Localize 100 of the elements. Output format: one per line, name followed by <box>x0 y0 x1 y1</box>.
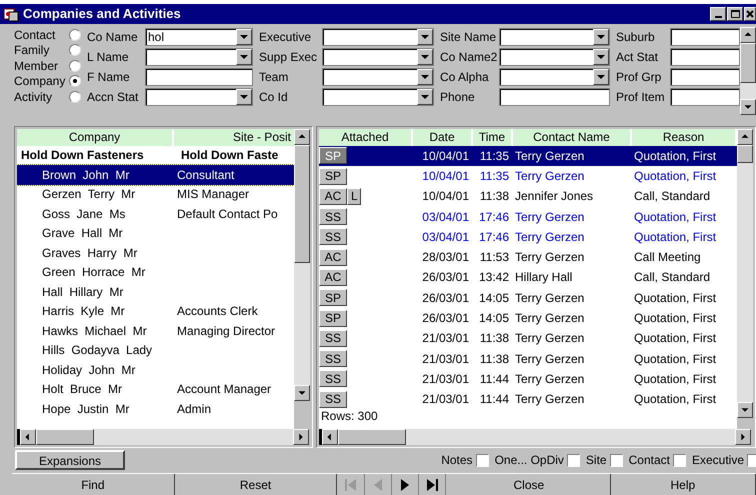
attachment-button[interactable]: SP <box>319 289 347 306</box>
attachment-button[interactable]: SP <box>319 310 347 327</box>
attachment-button[interactable]: L <box>347 188 361 205</box>
attachment-button[interactable]: SS <box>319 350 347 368</box>
scroll-up-button[interactable] <box>294 128 310 145</box>
option-checkbox[interactable] <box>476 454 489 467</box>
mode-radio[interactable] <box>69 75 81 88</box>
option-checkbox[interactable] <box>566 454 580 467</box>
activity-row[interactable]: AC 28/03/01 11:53 Terry Gerzen Call Meeting <box>319 247 737 268</box>
attachment-button[interactable]: AC <box>319 188 347 205</box>
close-button[interactable] <box>744 7 756 21</box>
dropdown-button[interactable] <box>417 68 433 84</box>
dropdown-button[interactable] <box>593 48 609 64</box>
scroll-up-button[interactable] <box>737 128 753 145</box>
activity-row[interactable]: SP 26/03/01 14:05 Terry Gerzen Quotation, First <box>319 288 737 308</box>
contact-row[interactable]: Brown John Mr Consultant <box>17 165 294 185</box>
combo-box[interactable] <box>499 28 610 46</box>
dropdown-button[interactable] <box>417 28 433 44</box>
attachment-button[interactable]: SP <box>319 147 347 164</box>
contact-row[interactable]: Hall Hillary Mr <box>17 282 294 302</box>
contact-row[interactable]: Hawks Michael Mr Managing Director <box>17 321 294 341</box>
scroll-down-button[interactable] <box>294 384 310 401</box>
attachment-button[interactable]: SS <box>319 390 347 408</box>
mode-radio[interactable] <box>69 28 81 41</box>
scroll-down-button[interactable] <box>740 99 756 115</box>
combo-box[interactable] <box>322 28 434 46</box>
contact-row[interactable]: Holiday John Mr <box>17 360 294 380</box>
column-header[interactable]: Attached <box>319 128 411 146</box>
dropdown-button[interactable] <box>417 48 433 64</box>
dropdown-button[interactable] <box>417 88 433 104</box>
option-checkbox[interactable] <box>610 454 623 467</box>
attachment-button[interactable]: SS <box>319 330 347 347</box>
contact-row[interactable]: Goss Jane Ms Default Contact Po <box>17 204 294 224</box>
activity-row[interactable]: SS 21/03/01 11:38 Terry Gerzen Quotation, First <box>319 348 737 369</box>
combo-box[interactable]: hol <box>145 28 253 46</box>
activity-row[interactable]: SP 10/04/01 11:35 Terry Gerzen Quotation, First <box>319 166 737 186</box>
combo-box[interactable] <box>322 48 434 66</box>
dropdown-button[interactable] <box>236 28 252 44</box>
combo-box[interactable] <box>499 48 610 66</box>
input-field[interactable] <box>145 68 253 86</box>
activity-row[interactable]: SS 21/03/01 11:44 Terry Gerzen Quotation, First <box>319 389 737 410</box>
dropdown-button[interactable] <box>593 28 609 44</box>
contact-row[interactable]: Hold Down Fasteners Hold Down Faste <box>17 146 294 166</box>
attachment-button[interactable]: SS <box>319 208 347 226</box>
dropdown-button[interactable] <box>236 48 252 64</box>
mode-radio[interactable] <box>69 60 81 72</box>
scroll-left-button[interactable] <box>20 429 36 446</box>
combo-box[interactable] <box>322 88 434 106</box>
contact-row[interactable]: Harris Kyle Mr Accounts Clerk <box>17 302 294 322</box>
column-header[interactable]: Reason <box>632 128 735 146</box>
input-field[interactable] <box>670 48 740 66</box>
contact-row[interactable]: Holt Bruce Mr Account Manager <box>17 380 294 400</box>
scroll-right-button[interactable] <box>735 429 751 446</box>
column-header[interactable]: Site - Posit <box>174 128 294 146</box>
activity-row[interactable]: SP 10/04/01 11:35 Terry Gerzen Quotation, First <box>319 146 737 166</box>
expansions-button[interactable]: Expansions <box>15 450 125 470</box>
contact-row[interactable]: Gerzen Terry Mr MIS Manager <box>17 184 294 204</box>
contact-row[interactable]: Hope Justin Mr Admin <box>17 399 294 419</box>
combo-box[interactable] <box>499 68 610 86</box>
attachment-button[interactable]: AC <box>319 268 347 286</box>
activity-row[interactable]: SP 26/03/01 14:05 Terry Gerzen Quotation, First <box>319 308 737 328</box>
scroll-thumb[interactable] <box>36 429 94 446</box>
scroll-down-button[interactable] <box>737 402 753 418</box>
scroll-thumb[interactable] <box>737 144 753 163</box>
column-header[interactable]: Company <box>17 128 172 146</box>
option-checkbox[interactable] <box>747 454 756 467</box>
attachment-button[interactable]: AC <box>319 248 347 266</box>
scroll-thumb[interactable] <box>740 43 756 83</box>
dropdown-button[interactable] <box>236 88 252 104</box>
attachment-button[interactable]: SP <box>319 168 347 184</box>
column-header[interactable]: Contact Name <box>513 128 630 146</box>
attachment-button[interactable]: SS <box>319 228 347 246</box>
contact-row[interactable]: Graves Harry Mr <box>17 243 294 263</box>
input-field[interactable] <box>670 68 740 86</box>
activity-row[interactable]: AC L 10/04/01 11:38 Jennifer Jones Call, Standard <box>319 186 737 206</box>
scroll-right-button[interactable] <box>293 429 309 446</box>
input-field[interactable] <box>499 88 610 106</box>
scroll-left-button[interactable] <box>322 429 338 446</box>
scroll-thumb[interactable] <box>294 144 310 263</box>
activity-row[interactable]: SS 21/03/01 11:38 Terry Gerzen Quotation, First <box>319 328 737 349</box>
maximize-button[interactable] <box>727 7 743 21</box>
combo-box[interactable] <box>145 48 253 66</box>
combo-box[interactable] <box>322 68 434 86</box>
activity-row[interactable]: SS 21/03/01 11:44 Terry Gerzen Quotation, First <box>319 368 737 390</box>
input-field[interactable] <box>670 88 740 106</box>
attachment-button[interactable]: SS <box>319 370 347 388</box>
activity-row[interactable]: SS 03/04/01 17:46 Terry Gerzen Quotation, First <box>319 226 737 248</box>
mode-radio[interactable] <box>69 90 81 103</box>
mode-radio[interactable] <box>69 44 81 56</box>
scroll-thumb[interactable] <box>338 429 406 446</box>
contact-row[interactable]: Hills Godayva Lady <box>17 340 294 360</box>
column-header[interactable]: Date <box>413 128 471 146</box>
activity-row[interactable]: AC 26/03/01 13:42 Hillary Hall Call, Standard <box>319 267 737 288</box>
activity-row[interactable]: SS 03/04/01 17:46 Terry Gerzen Quotation, First <box>319 206 737 227</box>
contact-row[interactable]: Grave Hall Mr <box>17 224 294 244</box>
scroll-up-button[interactable] <box>740 27 756 43</box>
combo-box[interactable] <box>145 88 253 106</box>
minimize-button[interactable] <box>710 7 726 21</box>
contact-row[interactable]: Green Horrace Mr <box>17 262 294 282</box>
column-header[interactable]: Time <box>473 128 511 146</box>
